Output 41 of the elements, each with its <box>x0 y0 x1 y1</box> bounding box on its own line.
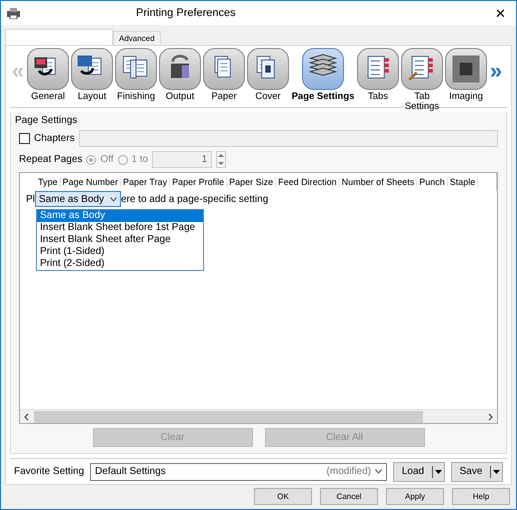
radio-label: Off <box>100 154 114 165</box>
tab[interactable]: Advanced <box>113 31 161 45</box>
split-button[interactable]: Save <box>451 462 503 482</box>
hint-text: ere to add a page-specific setting <box>120 194 268 204</box>
column-header: Paper Size <box>227 177 276 187</box>
favorite-dropdown[interactable]: Default Settings (modified) <box>90 462 387 480</box>
column-header: Punch <box>417 177 448 187</box>
horizontal-scrollbar[interactable] <box>20 409 497 423</box>
split-button[interactable]: Load <box>393 462 445 482</box>
dropdown-caret-icon <box>110 196 117 202</box>
dialog-button[interactable]: OK <box>254 488 312 505</box>
group-title: Page Settings <box>15 115 78 126</box>
checkbox-label: Chapters <box>34 133 75 144</box>
printer-icon <box>7 8 20 18</box>
close-button[interactable]: ✕ <box>491 6 510 20</box>
scroll-right-arrow[interactable]: » <box>488 60 504 82</box>
hint-text: Pl <box>26 194 35 204</box>
column-header: Type <box>36 177 61 187</box>
column-header: Number of Sheets <box>340 177 418 187</box>
window-title: Printing Preferences <box>136 7 237 19</box>
column-header: Feed Direction <box>276 177 340 187</box>
type-dropdown[interactable]: Same as Body <box>34 191 121 207</box>
column-header: Paper Profile <box>170 177 228 187</box>
column-header: Page Number <box>60 177 122 187</box>
dialog-button[interactable]: Help <box>452 488 510 505</box>
caret-icon <box>493 470 500 474</box>
category-button[interactable]: Page Settings <box>290 48 356 102</box>
caret-icon <box>435 470 442 474</box>
chapters-field[interactable] <box>78 130 498 147</box>
dropdown-option[interactable]: Same as Body <box>37 210 204 222</box>
radio-label: 1 to <box>132 154 148 165</box>
dialog-button[interactable]: Cancel <box>320 488 378 505</box>
column-header: Staple <box>448 177 478 187</box>
spinner-arrows-icon[interactable] <box>216 151 226 168</box>
dialog-button[interactable]: Apply <box>386 488 444 505</box>
column-header: Paper Tray <box>121 177 170 187</box>
field-label: Repeat Pages <box>19 154 82 165</box>
field-label: Favorite Setting <box>14 466 84 477</box>
dropdown-caret-icon <box>375 469 382 474</box>
tab[interactable] <box>5 29 113 45</box>
chapters-checkbox[interactable] <box>19 133 30 144</box>
